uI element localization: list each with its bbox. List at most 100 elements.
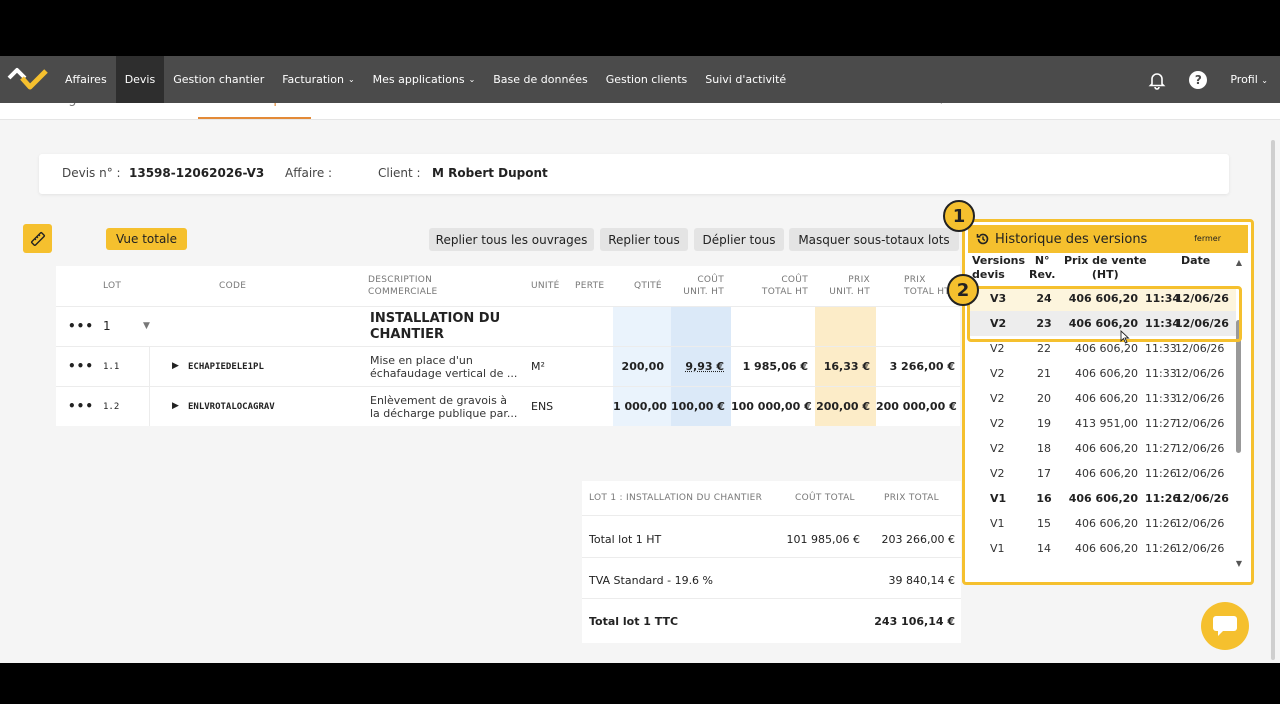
header-prix-total: PRIX TOTAL HT <box>904 274 950 298</box>
tree-indent-line <box>149 346 150 426</box>
nav-gestion-clients[interactable]: Gestion clients <box>597 56 697 103</box>
annotation-badge-2: 2 <box>947 274 979 306</box>
header-perte: PERTE <box>575 281 605 291</box>
version-version: V2 <box>990 417 1005 430</box>
app-logo[interactable] <box>0 56 56 103</box>
nav-suivi-activite[interactable]: Suivi d'activité <box>696 56 795 103</box>
nav-devis[interactable]: Devis <box>115 56 165 103</box>
version-time: 11:27 <box>1145 442 1177 455</box>
version-row[interactable]: V1 15 406 606,20 11:26 12/06/26 <box>968 511 1236 536</box>
client-value: M Robert Dupont <box>432 166 548 180</box>
chevron-down-icon: ⌄ <box>468 75 476 84</box>
nav-facturation[interactable]: Facturation ⌄ <box>273 56 363 103</box>
version-history-header: Historique des versions fermer <box>968 225 1248 253</box>
version-date: 12/06/26 <box>1175 542 1225 555</box>
page-scrollbar[interactable] <box>1271 140 1275 660</box>
lot-title-line1: INSTALLATION DU <box>370 311 501 326</box>
nav-mes-applications[interactable]: Mes applications ⌄ <box>364 56 485 103</box>
row-cout-total: 100 000,00 € <box>731 400 812 413</box>
version-time: 11:33 <box>1145 367 1177 380</box>
version-date: 12/06/26 <box>1175 517 1225 530</box>
chevron-down-icon: ⌄ <box>1261 76 1268 85</box>
chat-button[interactable] <box>1201 602 1249 650</box>
row-divider <box>56 346 960 347</box>
version-row[interactable]: V2 19 413 951,00 11:27 12/06/26 <box>968 411 1236 436</box>
header-description-line2: COMMERCIALE <box>368 287 438 297</box>
header-prix-line1: Prix de vente <box>1064 254 1147 267</box>
nav-gestion-chantier[interactable]: Gestion chantier <box>164 56 273 103</box>
vue-totale-button[interactable]: Vue totale <box>106 228 188 250</box>
total-ttc-label: Total lot 1 TTC <box>589 615 679 628</box>
scroll-down-icon[interactable]: ▼ <box>1236 559 1242 568</box>
profil-menu[interactable]: Profil ⌄ <box>1230 73 1268 86</box>
version-rev: 22 <box>1037 342 1051 355</box>
version-row[interactable]: V2 21 406 606,20 11:33 12/06/26 <box>968 361 1236 386</box>
row-prix-unit: 200,00 € <box>816 400 870 413</box>
header-lot: LOT <box>103 281 122 291</box>
header-prix-total-line2: TOTAL HT <box>904 287 951 297</box>
nav-mes-applications-label: Mes applications <box>372 73 465 86</box>
totals-divider <box>582 557 961 558</box>
replier-tous-button[interactable]: Replier tous <box>600 228 688 251</box>
version-history-title: Historique des versions <box>976 232 1147 247</box>
version-row[interactable]: V2 20 406 606,20 11:33 12/06/26 <box>968 386 1236 411</box>
ruler-button[interactable] <box>23 224 52 253</box>
version-version: V2 <box>990 467 1005 480</box>
row-cout-unit[interactable]: 100,00 € <box>671 400 725 413</box>
version-prix: 406 606,20 <box>1075 442 1138 455</box>
bell-icon[interactable] <box>1147 70 1167 90</box>
header-prix-total-line1: PRIX <box>904 275 926 285</box>
affaire-label: Affaire : <box>285 166 333 180</box>
expand-row-icon[interactable]: ▶ <box>172 361 179 371</box>
tva-prix: 39 840,14 € <box>888 574 955 587</box>
row-prix-total: 3 266,00 € <box>889 360 955 373</box>
lot-totals-card: LOT 1 : INSTALLATION DU CHANTIER COÛT TO… <box>582 481 961 643</box>
row-qtite: 200,00 <box>621 360 664 373</box>
history-icon <box>976 233 989 245</box>
replier-ouvrages-button[interactable]: Replier tous les ouvrages <box>429 228 594 251</box>
version-history-panel: Historique des versions fermer Versions d… <box>962 219 1254 585</box>
version-row[interactable]: V2 17 406 606,20 11:26 12/06/26 <box>968 461 1236 486</box>
lot-title: INSTALLATION DU CHANTIER <box>370 311 500 343</box>
highlight-box-latest-versions <box>967 286 1242 342</box>
header-rev-line2: Rev. <box>1029 268 1056 281</box>
header-cout-total-line1: COÛT <box>781 275 808 285</box>
header-description: DESCRIPTION COMMERCIALE <box>368 274 438 298</box>
version-date: 12/06/26 <box>1175 342 1225 355</box>
version-row[interactable]: V1 16 406 606,20 11:26 12/06/26 <box>968 486 1236 511</box>
fermer-button[interactable]: fermer <box>1194 234 1221 243</box>
header-prix-vente: Prix de vente (HT) <box>1064 254 1147 282</box>
collapse-lot-icon[interactable]: ▼ <box>143 321 150 331</box>
masquer-sous-totaux-button[interactable]: Masquer sous-totaux lots <box>789 228 959 251</box>
version-date: 12/06/26 <box>1175 467 1225 480</box>
help-icon[interactable]: ? <box>1189 70 1208 89</box>
version-row[interactable]: V2 18 406 606,20 11:27 12/06/26 <box>968 436 1236 461</box>
tva-label: TVA Standard - 19.6 % <box>589 574 714 587</box>
row-qtite: 1 000,00 <box>613 400 667 413</box>
header-description-line1: DESCRIPTION <box>368 275 433 285</box>
version-rev: 17 <box>1037 467 1051 480</box>
etude-prix-table: LOT CODE DESCRIPTION COMMERCIALE UNITÉ PE… <box>56 266 960 426</box>
client-label: Client : <box>378 166 421 180</box>
scroll-up-icon[interactable]: ▲ <box>1236 258 1242 267</box>
version-prix: 406 606,20 <box>1075 517 1138 530</box>
row-cout-unit[interactable]: 9,93 € <box>671 360 724 373</box>
row-actions-icon[interactable]: ••• <box>68 359 94 373</box>
version-row[interactable]: V1 14 406 606,20 11:26 12/06/26 <box>968 536 1236 561</box>
header-prix-unit-line2: UNIT. HT <box>829 287 870 297</box>
lot-title-line2: CHANTIER <box>370 327 444 342</box>
header-qtite: QTITÉ <box>634 281 662 291</box>
expand-row-icon[interactable]: ▶ <box>172 401 179 411</box>
version-version: V2 <box>990 342 1005 355</box>
version-rev: 14 <box>1037 542 1051 555</box>
version-version: V2 <box>990 392 1005 405</box>
nav-affaires[interactable]: Affaires <box>56 56 116 103</box>
active-tab-underline <box>198 117 311 119</box>
version-time: 11:33 <box>1145 392 1177 405</box>
row-actions-icon[interactable]: ••• <box>68 399 94 413</box>
version-date: 12/06/26 <box>1175 442 1225 455</box>
nav-base-de-donnees[interactable]: Base de données <box>484 56 596 103</box>
header-code: CODE <box>219 281 247 291</box>
row-actions-icon[interactable]: ••• <box>68 319 94 333</box>
deplier-tous-button[interactable]: Déplier tous <box>694 228 784 251</box>
